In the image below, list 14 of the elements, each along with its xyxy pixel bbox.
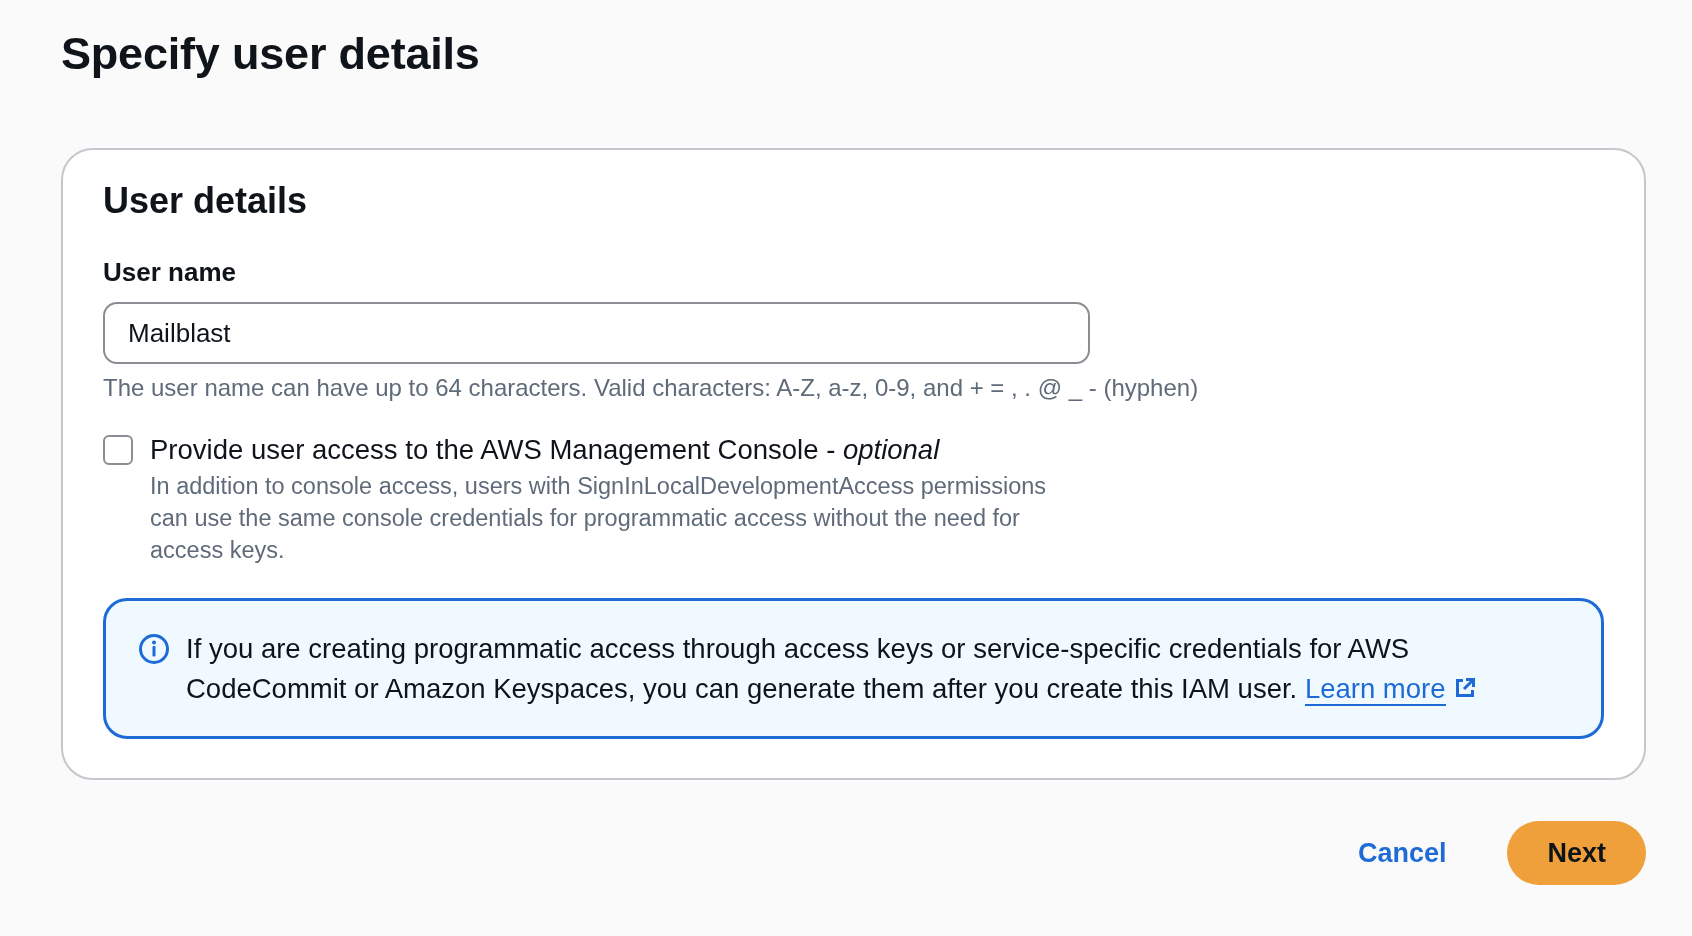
next-button[interactable]: Next — [1507, 821, 1646, 885]
section-heading: User details — [103, 179, 309, 223]
learn-more-link[interactable]: Learn more — [1304, 673, 1476, 704]
checkbox-description: In addition to console access, users with SignInLocalDevelopmentAccess permissions can use the same console credentials for programmatic access without the need for access keys. — [150, 472, 1048, 565]
cancel-button[interactable]: Cancel — [1337, 821, 1467, 885]
field-hint: The user name can have up to 64 characters. Valid characters: A-Z, a-z, 0-9, and + = , . @ _ - (hyphen) — [103, 373, 1200, 403]
checkbox-label: Provide user access to the AWS Management Console - optional — [150, 433, 941, 467]
user-name-input[interactable]: Mailblast — [103, 302, 1090, 364]
field-label: User name — [103, 256, 237, 288]
console-access-checkbox[interactable] — [103, 435, 133, 465]
info-icon — [138, 633, 170, 665]
page-title: Specify user details — [61, 27, 481, 81]
external-link-icon — [1453, 677, 1476, 699]
info-message: If you are creating programmatic access through access keys or service-specific credentials for AWS CodeCommit or Amazon Keyspaces, you can generate them after you create this IAM user. Learn more — [186, 629, 1506, 709]
